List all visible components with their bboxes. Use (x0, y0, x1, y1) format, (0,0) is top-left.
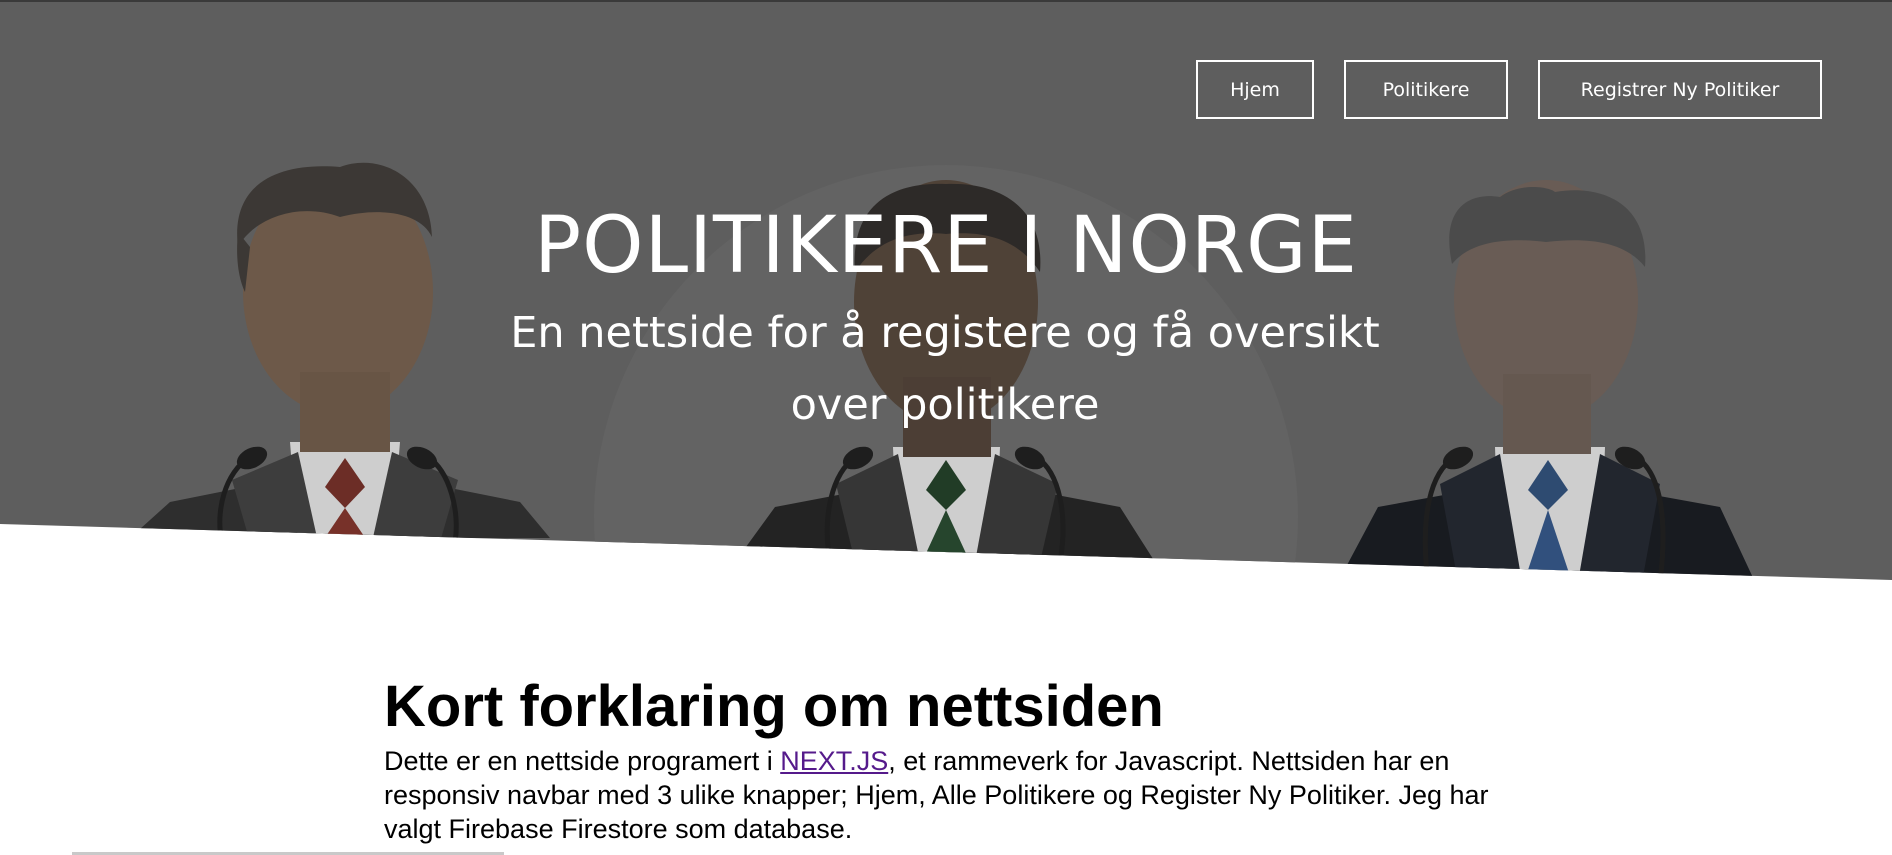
page: Hjem Politikere Registrer Ny Politiker P… (0, 0, 1892, 855)
nav-home-button[interactable]: Hjem (1196, 60, 1314, 119)
nav-register-politician-button[interactable]: Registrer Ny Politiker (1538, 60, 1822, 119)
nav-politicians-button[interactable]: Politikere (1344, 60, 1508, 119)
hero-subtitle: En nettside for å registere og få oversi… (510, 308, 1380, 430)
hero-title: POLITIKERE I NORGE (534, 201, 1358, 291)
section-description: Dette er en nettside programert i NEXT.J… (384, 744, 1504, 846)
hero-section: Hjem Politikere Registrer Ny Politiker P… (0, 2, 1892, 582)
description-text-start: Dette er en nettside programert i (384, 746, 781, 776)
section-heading: Kort forklaring om nettsiden (384, 674, 1164, 739)
main-content: Kort forklaring om nettsiden Dette er en… (384, 672, 1504, 846)
nextjs-link[interactable]: NEXT.JS (780, 746, 888, 776)
navbar: Hjem Politikere Registrer Ny Politiker (1196, 60, 1822, 119)
